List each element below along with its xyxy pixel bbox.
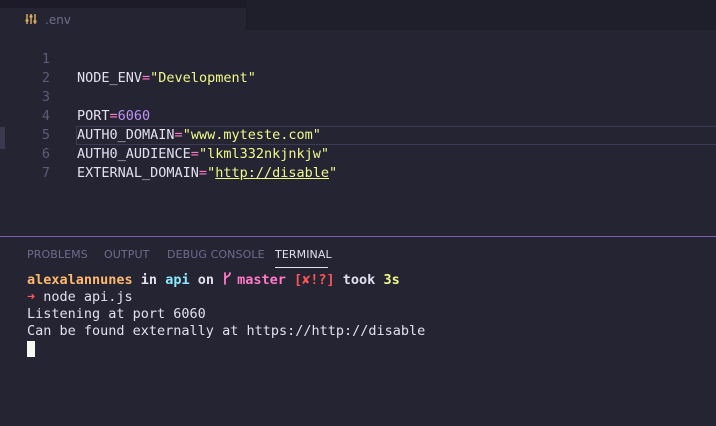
tab-problems[interactable]: PROBLEMS xyxy=(27,248,88,261)
active-tab-underline xyxy=(275,267,328,268)
assign-operator: = xyxy=(190,146,199,162)
quote-open: " xyxy=(207,165,216,181)
code-line[interactable]: 3 PORT=6060 xyxy=(0,69,150,124)
env-value: "lkml332nkjnkjw" xyxy=(198,146,329,162)
tab-filename: .env xyxy=(45,13,71,27)
assign-operator: = xyxy=(142,70,151,86)
code-line[interactable]: 7 xyxy=(0,145,50,181)
prompt-branch: master xyxy=(237,272,286,288)
terminal-output-line: Listening at port 6060 xyxy=(27,306,206,322)
line-number: 7 xyxy=(41,165,50,181)
terminal-prompt: alexalannunes in api on master [✘!?] too… xyxy=(27,272,400,289)
env-key: AUTH0_DOMAIN xyxy=(77,127,175,143)
assign-operator: = xyxy=(198,165,208,181)
code-line[interactable]: 4 AUTH0_DOMAIN="www.myteste.com" xyxy=(0,88,321,143)
prompt-on: on xyxy=(189,272,223,288)
code-editor[interactable]: 1 NODE_ENV="Development" 2 3 PORT=6060 4… xyxy=(0,30,716,236)
env-key: EXTERNAL_DOMAIN xyxy=(77,165,199,181)
tab-top-strip xyxy=(0,0,246,8)
terminal-output-line: Can be found externally at https://http:… xyxy=(27,323,426,339)
prompt-git-status: [✘!?] xyxy=(294,272,335,288)
code-line[interactable]: 5 AUTH0_AUDIENCE="lkml332nkjnkjw" xyxy=(0,107,329,162)
env-key: NODE_ENV xyxy=(77,70,143,86)
assign-operator: = xyxy=(109,108,118,124)
code-line[interactable]: 6 EXTERNAL_DOMAIN="http://disable" xyxy=(0,126,337,181)
bottom-panel: PROBLEMS OUTPUT DEBUG CONSOLE TERMINAL a… xyxy=(0,236,716,426)
panel-tabs: PROBLEMS OUTPUT DEBUG CONSOLE TERMINAL xyxy=(0,237,716,269)
code-line[interactable]: 2 xyxy=(0,50,50,86)
settings-sliders-icon xyxy=(25,14,37,24)
env-value: "www.myteste.com" xyxy=(182,127,321,143)
code-line[interactable]: 1 NODE_ENV="Development" xyxy=(0,31,256,86)
tab-env-file[interactable]: .env xyxy=(0,0,247,30)
prompt-arrow-icon: ➜ xyxy=(27,289,36,305)
env-key: PORT xyxy=(77,108,110,124)
tab-output[interactable]: OUTPUT xyxy=(104,248,149,261)
git-branch-icon xyxy=(224,272,231,285)
prompt-duration: 3s xyxy=(383,272,400,288)
env-value: 6060 xyxy=(117,108,151,124)
editor-tab-bar: .env xyxy=(0,0,716,30)
prompt-dir: api xyxy=(165,272,190,288)
terminal-command-line: ➜ node api.js xyxy=(27,289,133,306)
prompt-took: took xyxy=(334,272,384,288)
env-value: "Development" xyxy=(150,70,256,86)
quote-close: " xyxy=(329,165,338,181)
tab-terminal[interactable]: TERMINAL xyxy=(275,248,332,261)
terminal-cursor[interactable] xyxy=(27,341,35,357)
terminal-command: node api.js xyxy=(43,289,133,305)
prompt-user: alexalannunes xyxy=(27,272,133,288)
assign-operator: = xyxy=(174,127,183,143)
env-key: AUTH0_AUDIENCE xyxy=(77,146,191,162)
url-link[interactable]: http://disable xyxy=(215,165,329,181)
tab-debug-console[interactable]: DEBUG CONSOLE xyxy=(167,248,265,261)
prompt-in: in xyxy=(132,272,166,288)
